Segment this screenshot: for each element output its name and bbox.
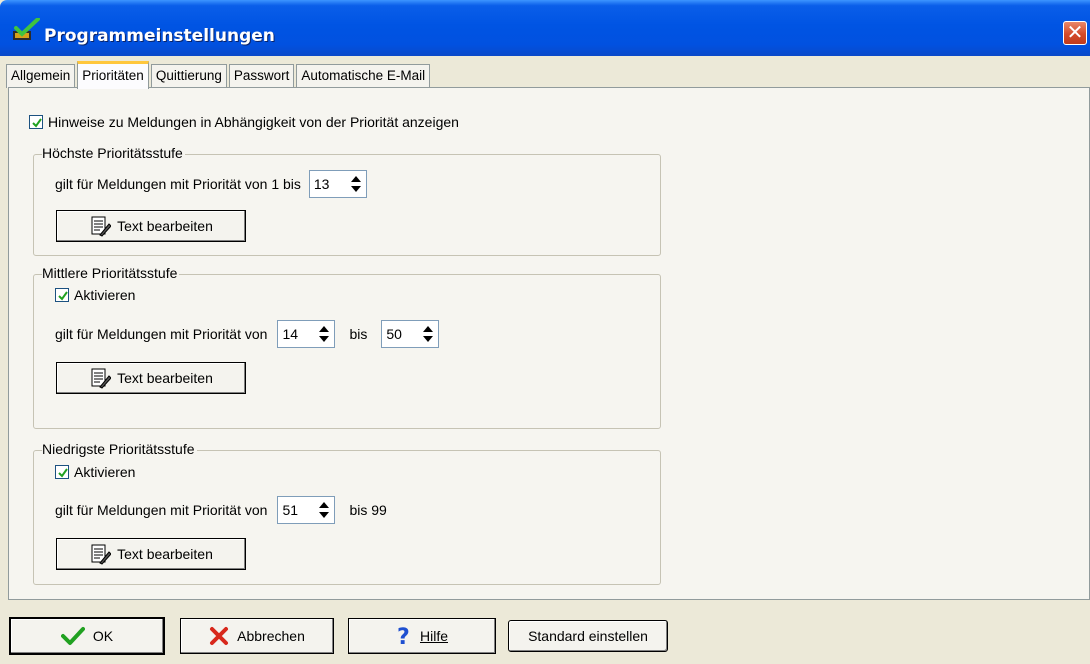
edit-text-icon xyxy=(89,543,112,565)
title-bar[interactable]: Programmeinstellungen ✕ xyxy=(0,0,1090,56)
app-icon xyxy=(12,17,40,42)
lowest-range-label: gilt für Meldungen mit Priorität von xyxy=(55,502,268,518)
highest-range-label: gilt für Meldungen mit Priorität von 1 b… xyxy=(55,176,301,192)
ok-button[interactable]: OK xyxy=(10,618,164,654)
lowest-activate-checkbox[interactable] xyxy=(55,465,69,479)
medium-edit-text-label: Text bearbeiten xyxy=(117,370,213,386)
medium-to-value: 50 xyxy=(386,326,402,342)
checkmark-icon xyxy=(60,626,85,646)
close-button[interactable]: ✕ xyxy=(1063,21,1087,45)
tab-passwort[interactable]: Passwort xyxy=(228,64,295,88)
help-question-icon: ? xyxy=(396,625,412,647)
cancel-button[interactable]: Abbrechen xyxy=(180,618,334,654)
tab-panel-prioritaeten: Hinweise zu Meldungen in Abhängigkeit vo… xyxy=(8,87,1090,600)
medium-to-label: bis xyxy=(349,326,368,342)
edit-text-icon xyxy=(89,367,112,389)
highest-to-stepper[interactable]: 13 xyxy=(308,170,367,198)
medium-from-value: 14 xyxy=(282,326,299,342)
highest-to-value: 13 xyxy=(313,176,330,192)
ok-label: OK xyxy=(92,628,114,644)
tab-automatische-email[interactable]: Automatische E-Mail xyxy=(296,64,431,88)
lowest-activate-label: Aktivieren xyxy=(74,464,136,480)
cancel-label: Abbrechen xyxy=(237,628,305,644)
group-medium-priority: Mittlere Prioritätsstufe Aktivieren gilt… xyxy=(33,265,661,429)
spin-arrows-icon[interactable] xyxy=(348,172,364,196)
tab-strip: Allgemein Prioritäten Quittierung Passwo… xyxy=(6,61,432,89)
lowest-from-value: 51 xyxy=(282,502,299,518)
checkmark-icon xyxy=(32,118,42,128)
checkmark-icon xyxy=(58,291,68,301)
show-hints-label: Hinweise zu Meldungen in Abhängigkeit vo… xyxy=(48,114,459,130)
group-medium-legend: Mittlere Prioritätsstufe xyxy=(42,265,180,281)
help-label: Hilfe xyxy=(419,628,448,644)
group-lowest-legend: Niedrigste Prioritätsstufe xyxy=(42,441,197,457)
window-title: Programmeinstellungen xyxy=(44,26,275,46)
close-icon: ✕ xyxy=(1066,20,1084,44)
medium-range-label: gilt für Meldungen mit Priorität von xyxy=(55,326,268,342)
tab-allgemein[interactable]: Allgemein xyxy=(6,64,76,88)
group-highest-priority: Höchste Prioritätsstufe gilt für Meldung… xyxy=(33,145,661,256)
lowest-edit-text-button[interactable]: Text bearbeiten xyxy=(56,538,246,570)
medium-from-stepper[interactable]: 14 xyxy=(277,320,336,348)
highest-edit-text-label: Text bearbeiten xyxy=(117,218,213,234)
defaults-label: Standard einstellen xyxy=(528,628,648,644)
spin-arrows-icon[interactable] xyxy=(316,498,332,522)
show-hints-row[interactable]: Hinweise zu Meldungen in Abhängigkeit vo… xyxy=(29,114,459,130)
checkmark-icon xyxy=(58,468,68,478)
help-button[interactable]: ? Hilfe xyxy=(348,618,496,654)
highest-range-row: gilt für Meldungen mit Priorität von 1 b… xyxy=(55,170,367,198)
edit-text-icon xyxy=(89,215,112,237)
tab-quittierung[interactable]: Quittierung xyxy=(150,64,227,88)
lowest-to-label: bis 99 xyxy=(349,502,387,518)
defaults-button[interactable]: Standard einstellen xyxy=(508,620,668,652)
spin-arrows-icon[interactable] xyxy=(420,322,436,346)
cancel-x-icon xyxy=(209,626,229,646)
medium-activate-label: Aktivieren xyxy=(74,287,136,303)
group-lowest-priority: Niedrigste Prioritätsstufe Aktivieren gi… xyxy=(33,441,661,585)
tab-prioritaeten[interactable]: Prioritäten xyxy=(77,61,149,89)
medium-activate-row[interactable]: Aktivieren xyxy=(55,287,135,303)
lowest-edit-text-label: Text bearbeiten xyxy=(117,546,213,562)
highest-edit-text-button[interactable]: Text bearbeiten xyxy=(56,210,246,242)
lowest-from-stepper[interactable]: 51 xyxy=(277,496,336,524)
show-hints-checkbox[interactable] xyxy=(29,115,43,129)
medium-range-row: gilt für Meldungen mit Priorität von 14 … xyxy=(55,320,440,348)
medium-edit-text-button[interactable]: Text bearbeiten xyxy=(56,362,246,394)
lowest-range-row: gilt für Meldungen mit Priorität von 51 … xyxy=(55,496,387,524)
medium-to-stepper[interactable]: 50 xyxy=(381,320,440,348)
lowest-activate-row[interactable]: Aktivieren xyxy=(55,464,135,480)
svg-text:?: ? xyxy=(397,625,410,647)
medium-activate-checkbox[interactable] xyxy=(55,288,69,302)
group-highest-legend: Höchste Prioritätsstufe xyxy=(42,145,185,161)
spin-arrows-icon[interactable] xyxy=(316,322,332,346)
